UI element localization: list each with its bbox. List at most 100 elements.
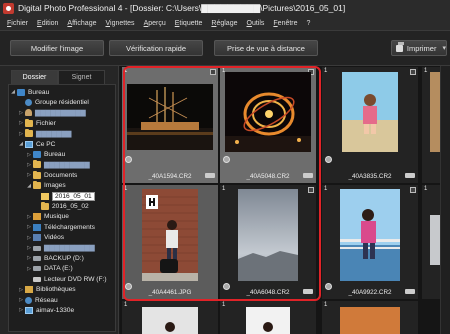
remote-shooting-button[interactable]: Prise de vue à distance — [214, 40, 318, 56]
tree-item-music[interactable]: ▷ Musique — [9, 212, 115, 222]
badge-number: 1 — [222, 302, 226, 308]
dpp-app-icon — [3, 2, 14, 14]
modify-image-button[interactable]: Modifier l'image — [10, 40, 104, 56]
expand-icon[interactable]: ▷ — [17, 110, 25, 116]
child-beach-photo — [342, 72, 398, 152]
menu-window[interactable]: Fenêtre — [273, 20, 297, 27]
menu-bar: Fichier Edition Affichage Vignettes Aper… — [0, 16, 450, 30]
videos-icon — [33, 234, 41, 242]
tree-item-backup[interactable]: ▷ BACKUP (D:) — [9, 253, 115, 263]
expand-icon[interactable]: ▷ — [17, 297, 25, 303]
folder-tree: ◢ Bureau Groupe résidentiel ▷ ▇▇▇▇▇▇▇▇▇▇ ▷… — [8, 84, 116, 332]
expand-icon[interactable]: ▷ — [25, 152, 33, 158]
tree-item-network[interactable]: ▷ Réseau — [9, 295, 115, 305]
menu-file[interactable]: Fichier — [7, 20, 28, 27]
vertical-scrollbar[interactable] — [440, 66, 450, 334]
expand-icon[interactable]: ▷ — [25, 266, 33, 272]
girl-railing-photo — [340, 189, 400, 281]
expand-icon[interactable]: ▷ — [25, 224, 33, 230]
tree-item-blurred-3[interactable]: ▷ ▇▇▇▇▇▇▇▇▇▇ — [9, 243, 115, 253]
tree-item-aimav[interactable]: ▷ aimav-1330e — [9, 305, 115, 315]
drive-icon — [33, 245, 41, 251]
chevron-down-icon: ▾ — [442, 45, 446, 52]
tab-bookmark[interactable]: Signet — [58, 70, 105, 84]
expand-icon[interactable]: ▷ — [17, 287, 25, 293]
title-bar: Digital Photo Professional 4 - [Dossier:… — [0, 0, 450, 16]
tree-item-blurred-2[interactable]: ▷ ▇▇▇▇▇▇▇▇▇ — [9, 160, 115, 170]
thumbnail-cell[interactable]: 1 _40A3835.CR2 — [322, 67, 418, 183]
network-icon — [25, 296, 32, 304]
tree-item-2016-05-02[interactable]: 2016_05_02 — [9, 201, 115, 211]
desktop-icon — [17, 88, 25, 96]
partial-photo — [246, 307, 290, 334]
badge-number: 1 — [124, 302, 128, 308]
collapse-icon[interactable]: ◢ — [25, 183, 33, 189]
panel-tabs: Dossier Signet — [11, 70, 105, 84]
collapse-icon[interactable]: ◢ — [9, 89, 17, 95]
tree-item-documents[interactable]: ▷ Documents — [9, 170, 115, 180]
expand-icon[interactable]: ▷ — [25, 162, 33, 168]
expand-icon[interactable]: ▷ — [25, 214, 33, 220]
tree-item-2016-05-01[interactable]: 2016_05_01 — [9, 191, 115, 201]
downloads-icon — [33, 223, 41, 231]
menu-thumbnails[interactable]: Vignettes — [105, 20, 134, 27]
badge-number: 1 — [324, 186, 328, 192]
expand-icon[interactable]: ▷ — [25, 172, 33, 178]
homegroup-icon — [25, 99, 32, 107]
thumbnail-cell[interactable]: 1 _40A9922.CR2 — [322, 185, 418, 299]
images-folder-icon — [33, 181, 41, 190]
quick-check-button[interactable]: Vérification rapide — [109, 40, 203, 56]
expand-icon[interactable]: ▷ — [17, 131, 25, 137]
selection-highlight — [123, 66, 321, 301]
thumbnail-cell[interactable]: 1 — [220, 301, 316, 334]
expand-icon[interactable]: ▷ — [17, 307, 25, 313]
toolbar: Modifier l'image Vérification rapide Pri… — [0, 30, 450, 66]
desktop-icon — [33, 151, 41, 159]
tree-item-libraries[interactable]: ▷ Bibliothèques — [9, 284, 115, 294]
menu-settings[interactable]: Réglage — [211, 20, 237, 27]
tree-item-this-pc[interactable]: ◢ Ce PC — [9, 139, 115, 149]
menu-edit[interactable]: Edition — [37, 20, 58, 27]
tree-item-videos[interactable]: ▷ Vidéos — [9, 232, 115, 242]
expand-icon[interactable]: ▷ — [25, 255, 33, 261]
partial-photo — [430, 215, 440, 265]
folder-panel: Dossier Signet ◢ Bureau Groupe résidentie… — [0, 66, 119, 334]
tree-item-data[interactable]: ▷ DATA (E:) — [9, 264, 115, 274]
tree-item-files[interactable]: ▷ Fichier — [9, 118, 115, 128]
thumbnail-cell[interactable]: 1 — [322, 301, 418, 334]
tree-item-user[interactable]: ▷ ▇▇▇▇▇▇▇▇▇▇ — [9, 108, 115, 118]
thumbnail-cell[interactable]: 1 — [122, 301, 218, 334]
drive-icon — [33, 266, 41, 272]
tree-item-dvd[interactable]: Lecteur DVD RW (F:) — [9, 274, 115, 284]
expand-icon[interactable]: ▷ — [25, 245, 33, 251]
folder-icon — [25, 129, 33, 138]
tree-item-images[interactable]: ◢ Images — [9, 181, 115, 191]
tab-folder[interactable]: Dossier — [11, 70, 58, 84]
checkmark-box[interactable] — [410, 187, 416, 193]
badge-number: 1 — [424, 68, 428, 74]
thumbnail-cell-partial[interactable]: 1 — [422, 185, 440, 299]
tree-item-pc-desktop[interactable]: ▷ Bureau — [9, 149, 115, 159]
folder-icon — [41, 201, 49, 210]
collapse-icon[interactable]: ◢ — [17, 141, 25, 147]
expand-icon[interactable]: ▷ — [17, 120, 25, 126]
expand-icon[interactable]: ▷ — [25, 235, 33, 241]
menu-preview[interactable]: Aperçu — [144, 20, 166, 27]
menu-help[interactable]: ? — [307, 20, 311, 27]
print-button[interactable]: Imprimer ▾ — [391, 40, 447, 56]
menu-label[interactable]: Etiquette — [175, 20, 203, 27]
tree-item-blurred-1[interactable]: ▷ ▇▇▇▇▇▇▇ — [9, 129, 115, 139]
tree-item-downloads[interactable]: ▷ Téléchargements — [9, 222, 115, 232]
badge-number: 1 — [424, 186, 428, 192]
thumbnail-cell-partial[interactable]: 1 — [422, 67, 440, 183]
badge-number: 1 — [324, 302, 328, 308]
dvd-drive-icon — [33, 276, 41, 282]
menu-view[interactable]: Affichage — [67, 20, 96, 27]
tree-item-desktop[interactable]: ◢ Bureau — [9, 87, 115, 97]
menu-tools[interactable]: Outils — [246, 20, 264, 27]
open-folder-icon — [41, 192, 49, 200]
checkmark-box[interactable] — [410, 69, 416, 75]
tree-item-homegroup[interactable]: Groupe résidentiel — [9, 97, 115, 107]
badge-number: 1 — [324, 68, 328, 74]
rating-icon — [325, 156, 332, 163]
